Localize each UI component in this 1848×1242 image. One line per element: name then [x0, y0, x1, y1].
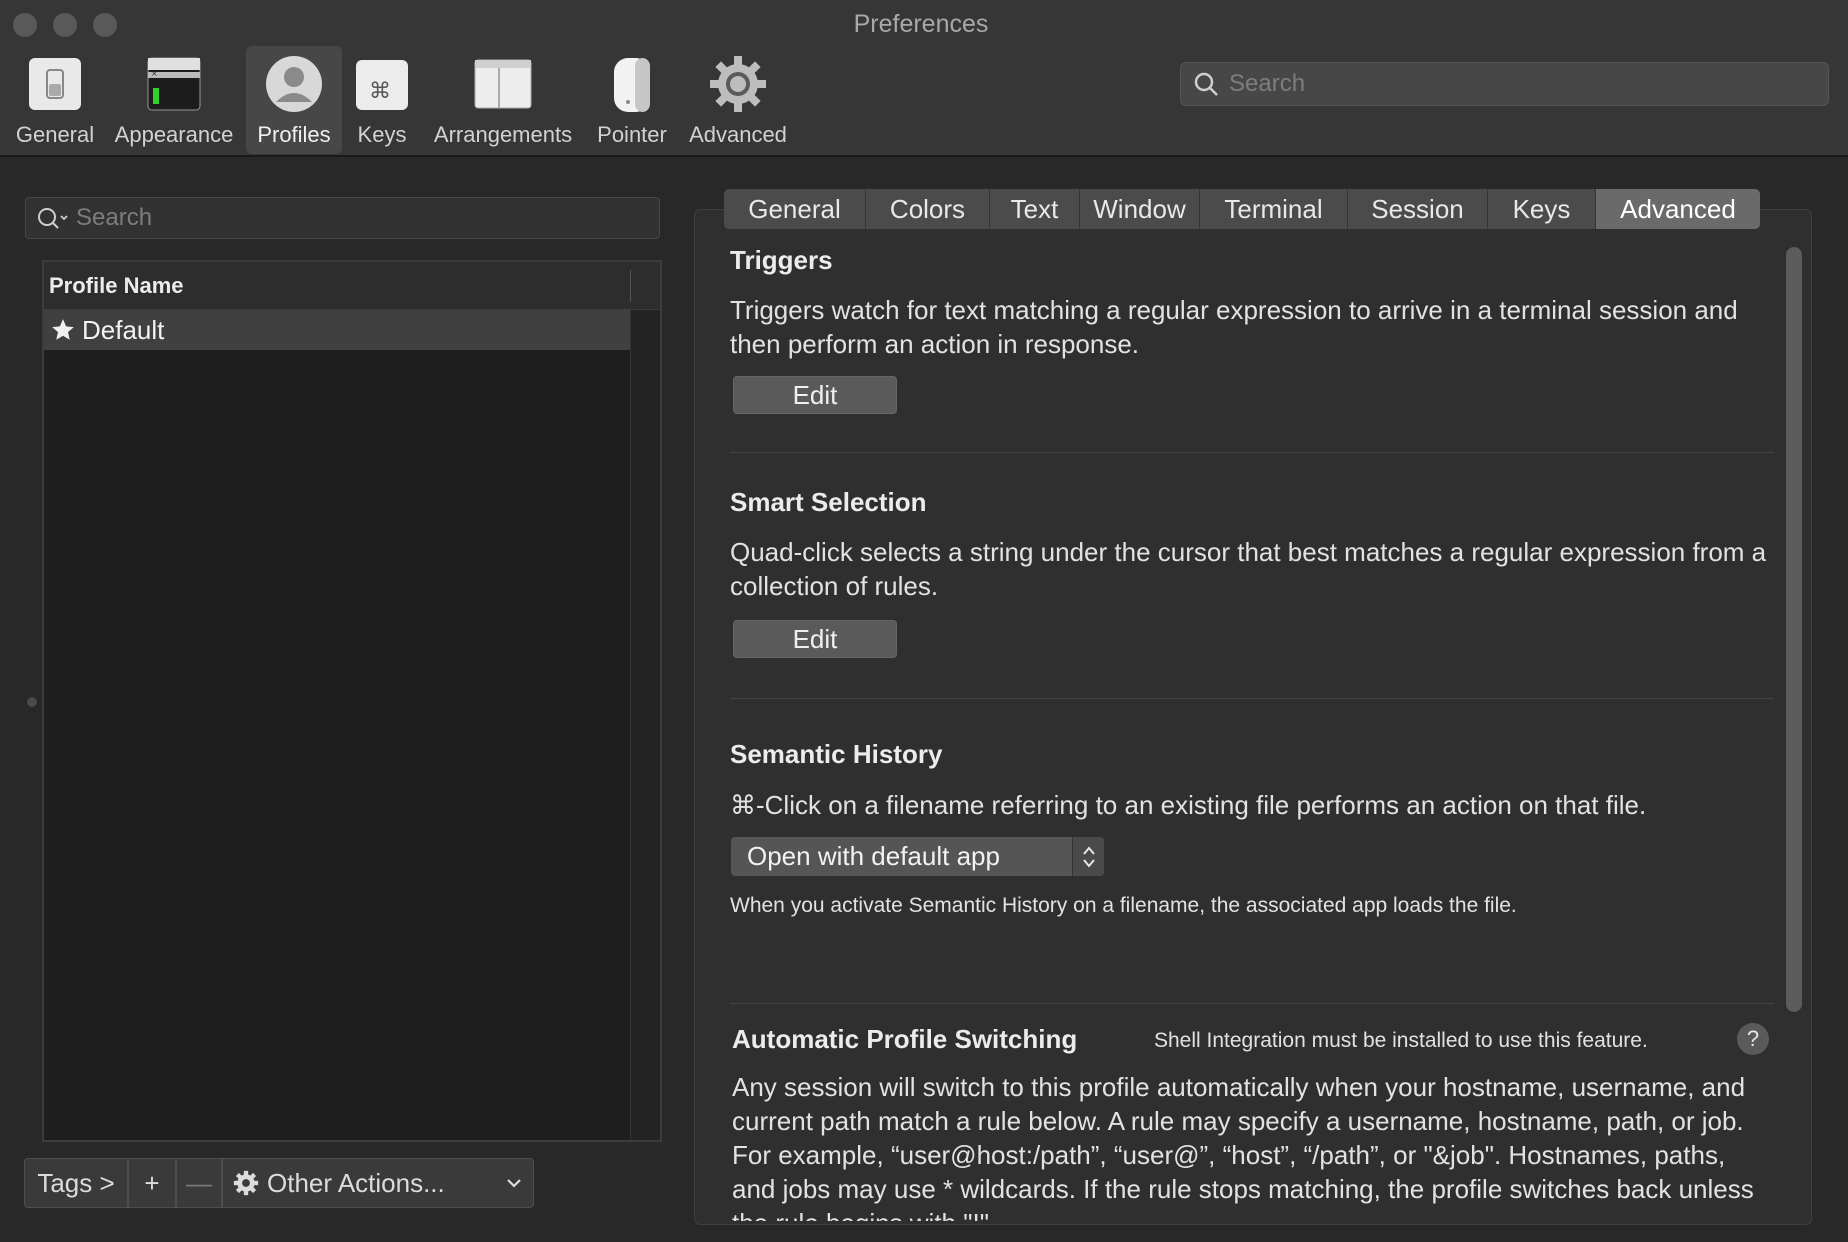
preferences-search-field[interactable]: [1180, 62, 1829, 106]
profile-tabs: General Colors Text Window Terminal Sess…: [724, 189, 1760, 229]
semantic-history-selected-action: Open with default app: [747, 841, 1000, 871]
toolbar-arrangements-label: Arrangements: [433, 122, 573, 147]
advanced-gear-icon: [708, 54, 768, 114]
shell-integration-note: Shell Integration must be installed to u…: [1154, 1029, 1648, 1052]
profile-table-header[interactable]: Profile Name: [44, 262, 660, 310]
semantic-history-title: Semantic History: [730, 739, 943, 769]
semantic-history-description: ⌘-Click on a filename referring to an ex…: [730, 790, 1647, 820]
tab-advanced[interactable]: Advanced: [1596, 189, 1760, 229]
panel-scrollbar[interactable]: [1786, 247, 1802, 1012]
smart-selection-description: Quad-click selects a string under the cu…: [730, 537, 1767, 601]
toolbar-profiles-label: Profiles: [257, 122, 331, 147]
triggers-title: Triggers: [730, 245, 833, 275]
triggers-description: Triggers watch for text matching a regul…: [730, 295, 1738, 359]
keys-command-icon: ⌘: [352, 54, 412, 114]
toolbar-appearance-label: Appearance: [114, 122, 234, 147]
arrangements-windows-icon: [473, 54, 533, 114]
toolbar-appearance[interactable]: × Appearance: [112, 46, 236, 154]
toolbar-general[interactable]: General: [8, 46, 102, 154]
auto-profile-switching-description: Any session will switch to this profile …: [732, 1072, 1754, 1221]
search-icon: [1193, 71, 1219, 97]
toolbar-keys-label: Keys: [357, 122, 407, 147]
tab-terminal[interactable]: Terminal: [1200, 189, 1348, 229]
tags-button[interactable]: Tags >: [24, 1158, 128, 1208]
window-titlebar: Preferences General × Appearance Profile…: [0, 0, 1848, 157]
tab-keys[interactable]: Keys: [1488, 189, 1596, 229]
column-divider: [630, 270, 631, 302]
add-profile-button[interactable]: +: [128, 1158, 176, 1208]
profile-table: Profile Name Default: [42, 260, 662, 1142]
toolbar-pointer-label: Pointer: [597, 122, 667, 147]
search-icon: [36, 205, 70, 231]
svg-text:×: ×: [151, 69, 158, 78]
profiles-person-icon: [264, 54, 324, 114]
remove-profile-button[interactable]: —: [176, 1158, 222, 1208]
divider: [730, 452, 1774, 453]
semantic-history-action-select[interactable]: Open with default app: [731, 837, 1104, 876]
divider: [730, 698, 1774, 699]
profile-search-input[interactable]: [76, 204, 659, 232]
tab-general[interactable]: General: [724, 189, 866, 229]
toolbar-keys[interactable]: ⌘ Keys: [352, 46, 412, 154]
toolbar-pointer[interactable]: Pointer: [592, 46, 672, 154]
profile-row[interactable]: Default: [44, 310, 632, 350]
smart-selection-edit-button[interactable]: Edit: [733, 620, 897, 658]
svg-text:⌘: ⌘: [369, 79, 391, 104]
tab-window[interactable]: Window: [1080, 189, 1200, 229]
pointer-mouse-icon: [602, 54, 662, 114]
triggers-edit-button[interactable]: Edit: [733, 376, 897, 414]
tab-text[interactable]: Text: [990, 189, 1080, 229]
profile-list-actions: Tags > + — Other Actions...: [24, 1158, 534, 1208]
toolbar-profiles[interactable]: Profiles: [246, 46, 342, 154]
chevron-down-icon: [504, 1173, 524, 1193]
appearance-window-icon: ×: [144, 54, 204, 114]
profile-search-field[interactable]: [25, 197, 660, 239]
general-switch-icon: [25, 54, 85, 114]
auto-profile-switching-title: Automatic Profile Switching: [732, 1024, 1078, 1054]
tab-colors[interactable]: Colors: [866, 189, 990, 229]
default-star-icon: [50, 317, 76, 343]
column-header-profile-name: Profile Name: [49, 272, 184, 298]
profile-list-scrollbar[interactable]: [630, 310, 660, 1140]
toolbar-advanced[interactable]: Advanced: [684, 46, 792, 154]
gear-icon: [233, 1170, 259, 1196]
semantic-history-note: When you activate Semantic History on a …: [730, 894, 1517, 917]
tab-session[interactable]: Session: [1348, 189, 1488, 229]
split-handle[interactable]: [27, 697, 37, 707]
help-button[interactable]: ?: [1737, 1023, 1769, 1055]
profile-row-name: Default: [82, 314, 165, 345]
toolbar-arrangements[interactable]: Arrangements: [428, 46, 578, 154]
auto-profile-switching-clip: Any session will switch to this profile …: [694, 1068, 1794, 1221]
smart-selection-title: Smart Selection: [730, 487, 927, 517]
divider: [730, 1003, 1774, 1004]
window-title: Preferences: [853, 10, 989, 38]
up-down-chevron-icon: [1072, 837, 1104, 876]
toolbar-advanced-label: Advanced: [689, 122, 787, 147]
other-actions-label: Other Actions...: [267, 1167, 445, 1198]
toolbar-general-label: General: [15, 122, 95, 147]
other-actions-menu[interactable]: Other Actions...: [222, 1158, 534, 1208]
preferences-search-input[interactable]: [1229, 70, 1828, 98]
